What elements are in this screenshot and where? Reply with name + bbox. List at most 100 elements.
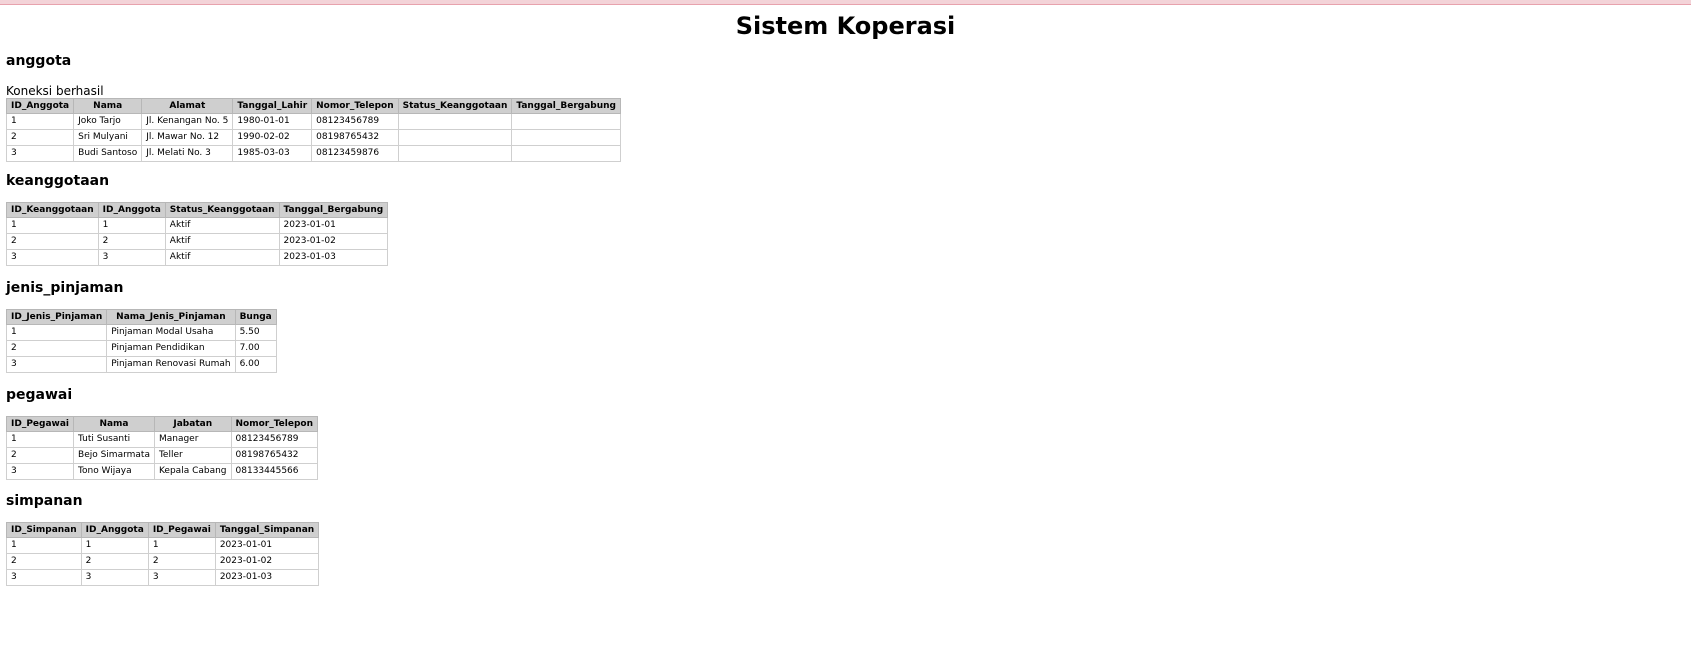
column-header: Jabatan [153, 416, 232, 432]
section-title-simpanan: simpanan [6, 493, 83, 509]
table-cell: 1980-01-01 [232, 113, 313, 130]
column-header: Nama_Jenis_Pinjaman [106, 309, 236, 325]
table-cell: 08133445566 [230, 463, 319, 480]
column-header: Tanggal_Lahir [232, 98, 313, 114]
table-cell: 1 [80, 537, 149, 554]
table-cell: 1990-02-02 [232, 129, 313, 146]
table-cell: Jl. Mawar No. 12 [141, 129, 234, 146]
table-row: 3 Budi Santoso Jl. Melati No. 3 1985-03-03 0… [5, 145, 621, 162]
column-header: ID_Keanggotaan [6, 202, 99, 218]
column-header: Tanggal_Bergabung [511, 98, 621, 114]
table-cell [511, 129, 621, 146]
table-cell [397, 113, 513, 130]
table-cell: 3 [80, 569, 149, 586]
column-header: Status_Keanggotaan [164, 202, 280, 218]
table-cell: 2 [5, 340, 108, 357]
table-cell: 1 [5, 113, 75, 130]
table-cell: Jl. Kenangan No. 5 [141, 113, 234, 130]
section-pegawai: pegawai ID_Pegawai Nama Jabatan Nomor_Telep… [5, 386, 319, 480]
table-cell: 2023-01-02 [214, 553, 320, 570]
table-cell: 08198765432 [230, 447, 319, 464]
section-title-keanggotaan: keanggotaan [6, 173, 110, 189]
table-row: 2 2 2 2023-01-02 [6, 553, 320, 570]
table-cell: Pinjaman Modal Usaha [106, 324, 236, 341]
table-row: 1 Tuti Susanti Manager 08123456789 [5, 431, 319, 448]
table-cell: 3 [6, 569, 82, 586]
table-jenis-pinjaman: ID_Jenis_Pinjaman Nama_Jenis_Pinjaman Bung… [5, 309, 277, 373]
table-header-row: ID_Jenis_Pinjaman Nama_Jenis_Pinjaman Bung… [5, 309, 277, 325]
table-cell: Kepala Cabang [153, 463, 232, 480]
section-anggota: anggota Koneksi berhasil ID_Anggota Nama A… [5, 52, 621, 162]
table-cell: Pinjaman Renovasi Rumah [106, 356, 236, 373]
table-header-row: ID_Simpanan ID_Anggota ID_Pegawai Tanggal_S… [6, 522, 320, 538]
table-cell [511, 113, 621, 130]
table-cell: Bejo Simarmata [73, 447, 155, 464]
column-header: ID_Jenis_Pinjaman [5, 309, 108, 325]
table-cell [397, 145, 513, 162]
table-cell: 2023-01-02 [278, 233, 389, 250]
table-cell [397, 129, 513, 146]
column-header: Bunga [234, 309, 277, 325]
section-title-anggota: anggota [6, 53, 72, 69]
table-cell: 3 [97, 249, 166, 266]
column-header: ID_Pegawai [147, 522, 216, 538]
table-cell: 2 [6, 233, 99, 250]
table-cell: 2023-01-01 [214, 537, 320, 554]
table-cell: Sri Mulyani [73, 129, 143, 146]
table-cell: Aktif [164, 249, 280, 266]
table-cell: Teller [153, 447, 232, 464]
table-cell: 1985-03-03 [232, 145, 313, 162]
column-header: Nama [73, 98, 143, 114]
table-cell: 7.00 [234, 340, 277, 357]
section-title-pegawai: pegawai [6, 387, 73, 403]
table-cell: 2 [5, 129, 75, 146]
table-cell: 2 [147, 553, 216, 570]
column-header: Nama [73, 416, 155, 432]
table-cell: 3 [5, 463, 75, 480]
table-cell: 6.00 [234, 356, 277, 373]
column-header: Nomor_Telepon [311, 98, 399, 114]
column-header: Alamat [141, 98, 234, 114]
table-cell: 08198765432 [311, 129, 399, 146]
section-keanggotaan: keanggotaan ID_Keanggotaan ID_Anggota Stat… [6, 172, 389, 266]
table-cell: Jl. Melati No. 3 [141, 145, 234, 162]
table-anggota: ID_Anggota Nama Alamat Tanggal_Lahir Nomor_T… [5, 98, 621, 162]
column-header: ID_Anggota [97, 202, 166, 218]
column-header: Nomor_Telepon [230, 416, 319, 432]
table-row: 1 Joko Tarjo Jl. Kenangan No. 5 1980-01-01 0… [5, 113, 621, 130]
table-cell: Tono Wijaya [73, 463, 155, 480]
column-header: ID_Pegawai [5, 416, 75, 432]
table-cell: 1 [97, 217, 166, 234]
column-header: Status_Keanggotaan [397, 98, 513, 114]
table-keanggotaan: ID_Keanggotaan ID_Anggota Status_Keanggota… [6, 202, 389, 266]
table-cell: Aktif [164, 233, 280, 250]
page-title: Sistem Koperasi [735, 12, 956, 40]
table-cell: 2023-01-03 [214, 569, 320, 586]
table-cell: Manager [153, 431, 232, 448]
table-row: 2 Sri Mulyani Jl. Mawar No. 12 1990-02-02 08… [5, 129, 621, 146]
table-cell: 2 [80, 553, 149, 570]
table-cell [511, 145, 621, 162]
table-row: 3 3 3 2023-01-03 [6, 569, 320, 586]
table-row: 2 Pinjaman Pendidikan 7.00 [5, 340, 277, 357]
table-cell: 1 [5, 431, 75, 448]
column-header: ID_Anggota [5, 98, 75, 114]
table-row: 3 3 Aktif 2023-01-03 [6, 249, 389, 266]
table-cell: 1 [6, 537, 82, 554]
table-cell: 2 [6, 553, 82, 570]
table-cell: 08123456789 [311, 113, 399, 130]
column-header: Tanggal_Bergabung [278, 202, 389, 218]
section-simpanan: simpanan ID_Simpanan ID_Anggota ID_Pegawai… [6, 492, 320, 586]
section-title-jenis-pinjaman: jenis_pinjaman [6, 280, 124, 296]
table-cell: Tuti Susanti [73, 431, 155, 448]
table-cell: 08123456789 [230, 431, 319, 448]
table-cell: Pinjaman Pendidikan [106, 340, 236, 357]
table-cell: 1 [5, 324, 108, 341]
table-pegawai: ID_Pegawai Nama Jabatan Nomor_Telepon 1 Tuti… [5, 416, 319, 480]
table-cell: 2 [5, 447, 75, 464]
table-cell: 2023-01-01 [278, 217, 389, 234]
table-cell: 5.50 [234, 324, 277, 341]
table-cell: 3 [5, 356, 108, 373]
section-jenis-pinjaman: jenis_pinjaman ID_Jenis_Pinjaman Nama_Jen… [5, 279, 277, 373]
table-cell: 1 [147, 537, 216, 554]
